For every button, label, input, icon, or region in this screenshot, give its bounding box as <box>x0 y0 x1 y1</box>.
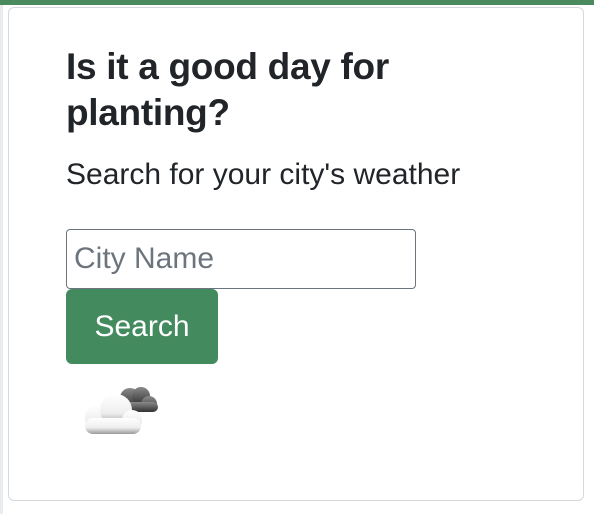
page-subtitle: Search for your city's weather <box>66 158 461 191</box>
search-button[interactable]: Search <box>66 289 218 364</box>
page-title: Is it a good day for planting? <box>66 46 389 133</box>
city-search-input[interactable] <box>66 229 416 289</box>
card-content: Is it a good day for planting? Search fo… <box>66 44 566 442</box>
top-accent-bar <box>0 0 594 5</box>
left-edge-divider <box>0 5 3 514</box>
cloudy-icon <box>85 387 158 434</box>
weather-search-card: Is it a good day for planting? Search fo… <box>8 7 584 501</box>
